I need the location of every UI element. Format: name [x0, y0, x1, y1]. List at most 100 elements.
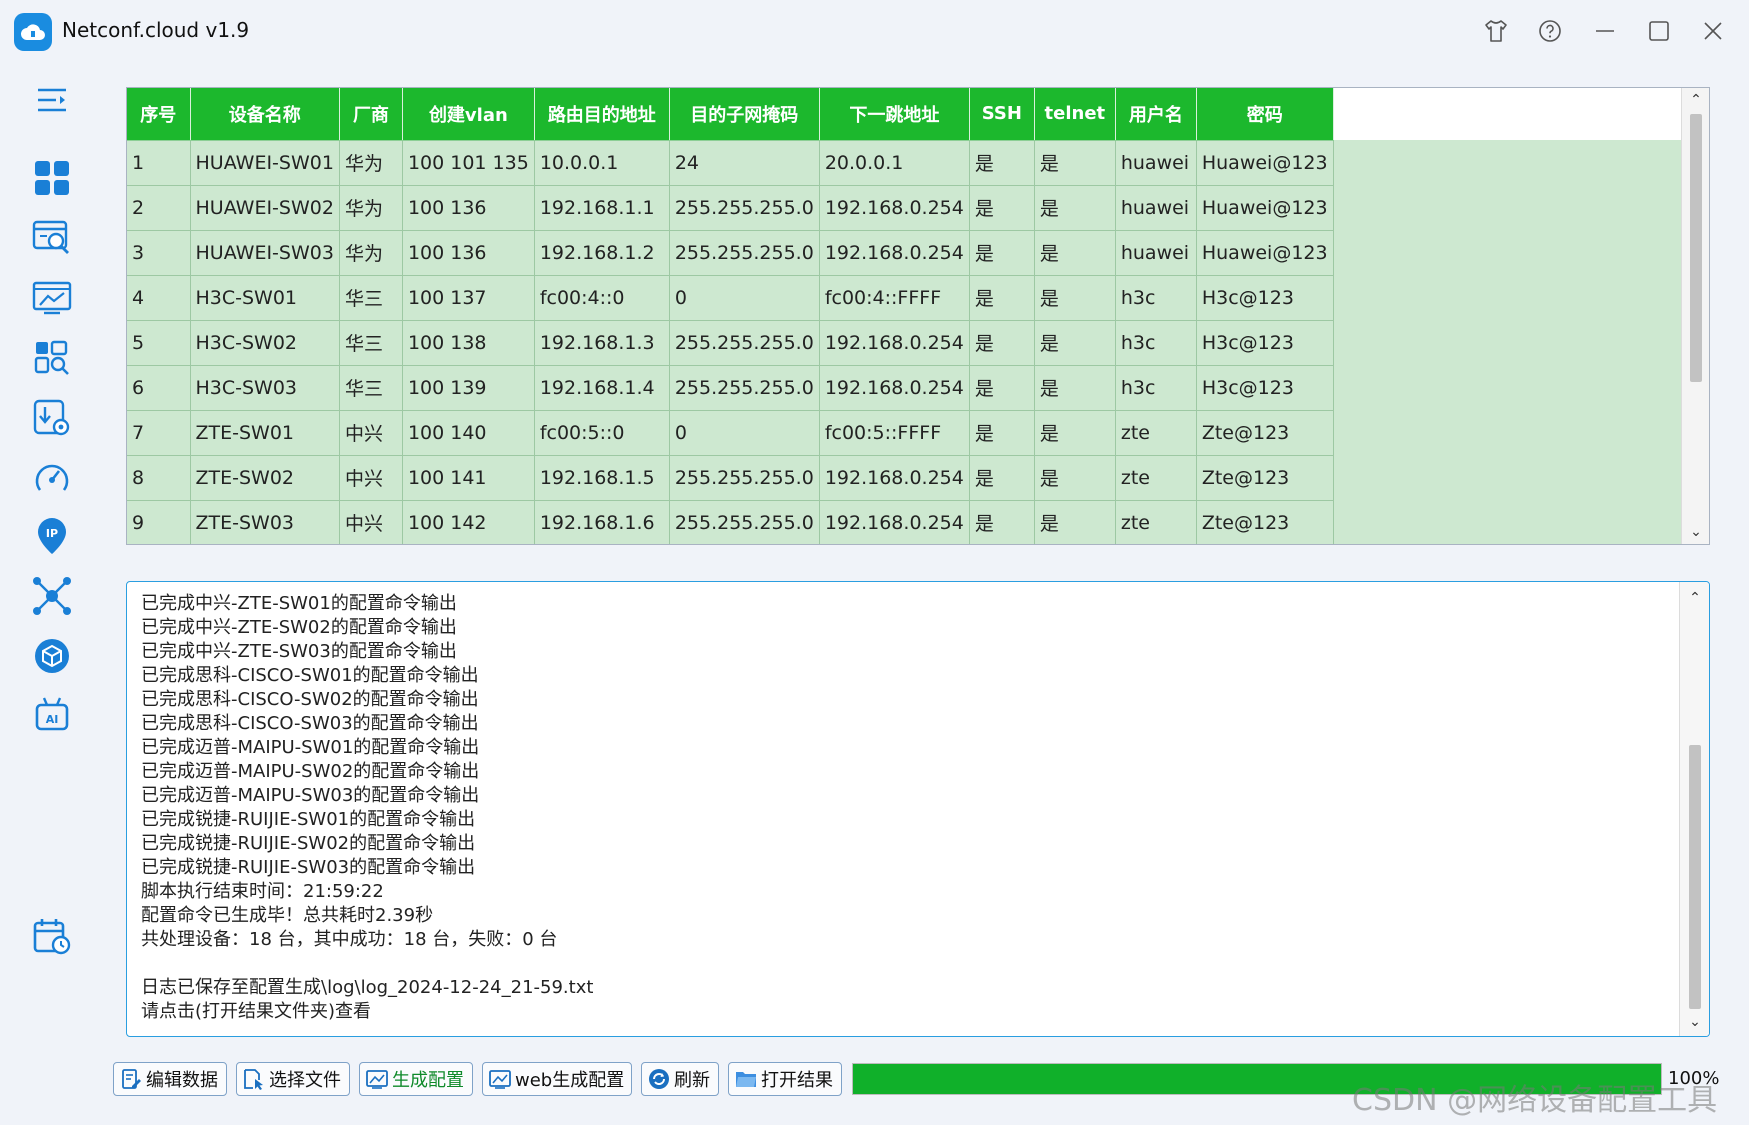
log-scrollbar[interactable]: ⌃ ⌄	[1679, 582, 1709, 1036]
cell-next-hop[interactable]: 192.168.0.254	[819, 500, 970, 544]
cell-index[interactable]: 4	[127, 275, 191, 321]
cell-telnet[interactable]: 是	[1034, 455, 1116, 501]
cell-device-name[interactable]: ZTE-SW02	[190, 455, 340, 501]
cell-index[interactable]: 1	[127, 140, 191, 186]
cell-device-name[interactable]: H3C-SW01	[190, 275, 340, 321]
cell-index[interactable]: 7	[127, 410, 191, 456]
minimize-icon[interactable]	[1588, 14, 1622, 48]
cell-route-destination[interactable]: 192.168.1.6	[534, 500, 670, 544]
cell-telnet[interactable]: 是	[1034, 410, 1116, 456]
cell-route-destination[interactable]: fc00:5::0	[534, 410, 670, 456]
maximize-icon[interactable]	[1642, 14, 1676, 48]
edit-data-button[interactable]: 编辑数据	[113, 1062, 227, 1096]
cell-vendor[interactable]: 华为	[339, 140, 403, 186]
cell-destination-mask[interactable]: 255.255.255.0	[669, 230, 820, 276]
table-row[interactable]: 6 H3C-SW03 华三 100 139 192.168.1.4 255.255.255…	[127, 365, 1334, 411]
cell-route-destination[interactable]: 192.168.1.2	[534, 230, 670, 276]
table-scrollbar[interactable]: ⌃ ⌄	[1681, 88, 1709, 544]
cell-next-hop[interactable]: 20.0.0.1	[819, 140, 970, 186]
cell-ssh[interactable]: 是	[969, 275, 1035, 321]
cell-username[interactable]: h3c	[1115, 365, 1197, 411]
cell-destination-mask[interactable]: 255.255.255.0	[669, 365, 820, 411]
cell-next-hop[interactable]: 192.168.0.254	[819, 365, 970, 411]
cell-vendor[interactable]: 中兴	[339, 410, 403, 456]
cell-route-destination[interactable]: 10.0.0.1	[534, 140, 670, 186]
cell-telnet[interactable]: 是	[1034, 500, 1116, 544]
cell-username[interactable]: huawei	[1115, 140, 1197, 186]
cell-password[interactable]: H3c@123	[1196, 320, 1334, 366]
cell-device-name[interactable]: HUAWEI-SW02	[190, 185, 340, 231]
menu-toggle-icon[interactable]	[30, 78, 74, 122]
download-settings-icon[interactable]	[30, 396, 74, 440]
cell-vendor[interactable]: 中兴	[339, 455, 403, 501]
table-row[interactable]: 1 HUAWEI-SW01 华为 100 101 135 10.0.0.1 24 20.0.…	[127, 140, 1334, 186]
search-screen-icon[interactable]	[30, 216, 74, 260]
cell-ssh[interactable]: 是	[969, 140, 1035, 186]
cell-create-vlan[interactable]: 100 136	[402, 230, 535, 276]
cell-next-hop[interactable]: fc00:4::FFFF	[819, 275, 970, 321]
refresh-button[interactable]: 刷新	[641, 1062, 719, 1096]
column-header-create-vlan[interactable]: 创建vlan	[402, 88, 535, 141]
cell-ssh[interactable]: 是	[969, 320, 1035, 366]
cell-create-vlan[interactable]: 100 139	[402, 365, 535, 411]
speed-gauge-icon[interactable]	[30, 456, 74, 500]
skin-shirt-icon[interactable]	[1479, 14, 1513, 48]
column-header-device-name[interactable]: 设备名称	[190, 88, 340, 141]
cell-index[interactable]: 8	[127, 455, 191, 501]
cell-ssh[interactable]: 是	[969, 365, 1035, 411]
close-icon[interactable]	[1696, 14, 1730, 48]
cell-destination-mask[interactable]: 0	[669, 275, 820, 321]
cell-telnet[interactable]: 是	[1034, 185, 1116, 231]
column-header-route-destination[interactable]: 路由目的地址	[534, 88, 670, 141]
cube-icon[interactable]	[30, 634, 74, 678]
find-device-icon[interactable]	[30, 336, 74, 380]
cell-route-destination[interactable]: 192.168.1.5	[534, 455, 670, 501]
cell-create-vlan[interactable]: 100 140	[402, 410, 535, 456]
cell-username[interactable]: zte	[1115, 455, 1197, 501]
cell-create-vlan[interactable]: 100 138	[402, 320, 535, 366]
cell-device-name[interactable]: H3C-SW02	[190, 320, 340, 366]
cell-username[interactable]: zte	[1115, 500, 1197, 544]
cell-route-destination[interactable]: fc00:4::0	[534, 275, 670, 321]
cell-destination-mask[interactable]: 24	[669, 140, 820, 186]
log-scroll-thumb[interactable]	[1689, 745, 1701, 1009]
cell-route-destination[interactable]: 192.168.1.1	[534, 185, 670, 231]
table-scroll-thumb[interactable]	[1690, 114, 1702, 382]
cell-create-vlan[interactable]: 100 141	[402, 455, 535, 501]
cell-create-vlan[interactable]: 100 136	[402, 185, 535, 231]
cell-password[interactable]: H3c@123	[1196, 365, 1334, 411]
cell-ssh[interactable]: 是	[969, 410, 1035, 456]
table-row[interactable]: 7 ZTE-SW01 中兴 100 140 fc00:5::0 0 fc00:5::FFFF…	[127, 410, 1334, 456]
dashboard-grid-icon[interactable]	[30, 156, 74, 200]
cell-device-name[interactable]: H3C-SW03	[190, 365, 340, 411]
help-icon[interactable]	[1533, 14, 1567, 48]
cell-route-destination[interactable]: 192.168.1.4	[534, 365, 670, 411]
cell-route-destination[interactable]: 192.168.1.3	[534, 320, 670, 366]
cell-ssh[interactable]: 是	[969, 185, 1035, 231]
cell-username[interactable]: huawei	[1115, 230, 1197, 276]
cell-username[interactable]: zte	[1115, 410, 1197, 456]
column-header-destination-mask[interactable]: 目的子网掩码	[669, 88, 820, 141]
column-header-index[interactable]: 序号	[127, 88, 191, 141]
cell-create-vlan[interactable]: 100 101 135	[402, 140, 535, 186]
cell-password[interactable]: Huawei@123	[1196, 140, 1334, 186]
table-row[interactable]: 5 H3C-SW02 华三 100 138 192.168.1.3 255.255.255…	[127, 320, 1334, 366]
cell-create-vlan[interactable]: 100 142	[402, 500, 535, 544]
cell-vendor[interactable]: 中兴	[339, 500, 403, 544]
cell-password[interactable]: Zte@123	[1196, 500, 1334, 544]
table-row[interactable]: 4 H3C-SW01 华三 100 137 fc00:4::0 0 fc00:4::FFFF…	[127, 275, 1334, 321]
cell-destination-mask[interactable]: 255.255.255.0	[669, 455, 820, 501]
cell-create-vlan[interactable]: 100 137	[402, 275, 535, 321]
table-row[interactable]: 9 ZTE-SW03 中兴 100 142 192.168.1.6 255.255.255…	[127, 500, 1334, 544]
cell-password[interactable]: Huawei@123	[1196, 230, 1334, 276]
cell-password[interactable]: Zte@123	[1196, 410, 1334, 456]
calendar-clock-icon[interactable]	[30, 914, 74, 958]
cell-ssh[interactable]: 是	[969, 230, 1035, 276]
column-header-password[interactable]: 密码	[1196, 88, 1334, 141]
cell-username[interactable]: h3c	[1115, 320, 1197, 366]
cell-telnet[interactable]: 是	[1034, 320, 1116, 366]
generate-config-button[interactable]: 生成配置	[359, 1062, 473, 1096]
cell-destination-mask[interactable]: 255.255.255.0	[669, 500, 820, 544]
web-generate-config-button[interactable]: web生成配置	[482, 1062, 632, 1096]
cell-next-hop[interactable]: 192.168.0.254	[819, 320, 970, 366]
